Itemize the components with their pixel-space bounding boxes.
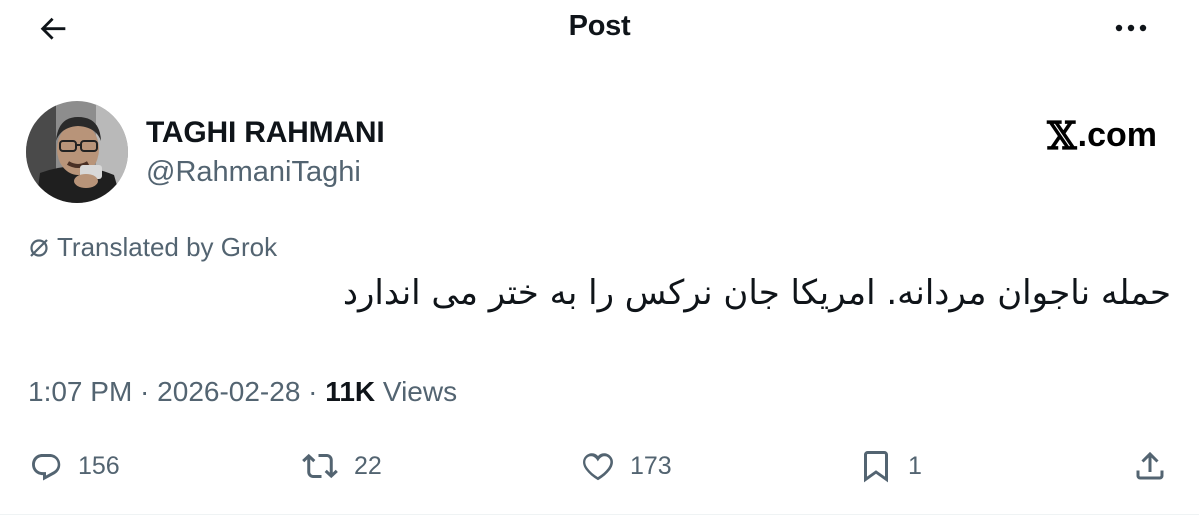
tweet-date[interactable]: 2026-02-28 bbox=[157, 376, 300, 407]
meta-separator: · bbox=[132, 376, 158, 407]
bookmark-icon bbox=[864, 451, 888, 483]
meta-separator: · bbox=[300, 376, 326, 407]
author-handle[interactable]: @RahmaniTaghi bbox=[146, 156, 361, 189]
avatar[interactable] bbox=[26, 101, 128, 203]
translation-notice: Translated by Grok bbox=[28, 232, 277, 263]
views-label: Views bbox=[375, 376, 458, 407]
views-count: 11K bbox=[325, 376, 376, 407]
reply-count: 156 bbox=[78, 451, 120, 480]
translate-slash-icon bbox=[30, 238, 48, 257]
action-bar: 156 22 173 1 bbox=[0, 440, 1199, 492]
tweet-metadata: 1:07 PM · 2026-02-28 · 11K Views bbox=[28, 376, 457, 408]
translation-label: Translated by Grok bbox=[57, 232, 278, 262]
author-display-name[interactable]: TAGHI RAHMANI bbox=[146, 116, 385, 150]
x-com-watermark: 𝕏 .com bbox=[1047, 113, 1157, 158]
like-button[interactable]: 173 bbox=[580, 440, 672, 492]
heart-icon bbox=[583, 453, 613, 481]
bottom-divider bbox=[0, 514, 1199, 515]
reply-icon bbox=[32, 454, 61, 481]
tweet-text: حمله ناجوان مردانه. امریکا جان نرکس را ب… bbox=[342, 273, 1171, 313]
more-horizontal-icon bbox=[1115, 24, 1147, 32]
brand-suffix: .com bbox=[1077, 116, 1157, 154]
page-title: Post bbox=[568, 10, 631, 42]
more-options-button[interactable] bbox=[1106, 8, 1156, 48]
share-button[interactable] bbox=[1132, 440, 1182, 492]
user-avatar-photo bbox=[26, 101, 128, 203]
repost-button[interactable]: 22 bbox=[300, 440, 382, 492]
like-count: 173 bbox=[630, 451, 672, 480]
top-bar: Post bbox=[0, 0, 1199, 56]
tweet-time[interactable]: 1:07 PM bbox=[28, 376, 132, 407]
repost-icon bbox=[302, 453, 338, 479]
share-icon bbox=[1136, 451, 1164, 480]
bookmark-button[interactable]: 1 bbox=[858, 440, 922, 492]
x-logo-icon: 𝕏 bbox=[1047, 113, 1077, 158]
bookmark-count: 1 bbox=[908, 451, 922, 480]
repost-count: 22 bbox=[354, 451, 382, 480]
reply-button[interactable]: 156 bbox=[28, 440, 120, 492]
